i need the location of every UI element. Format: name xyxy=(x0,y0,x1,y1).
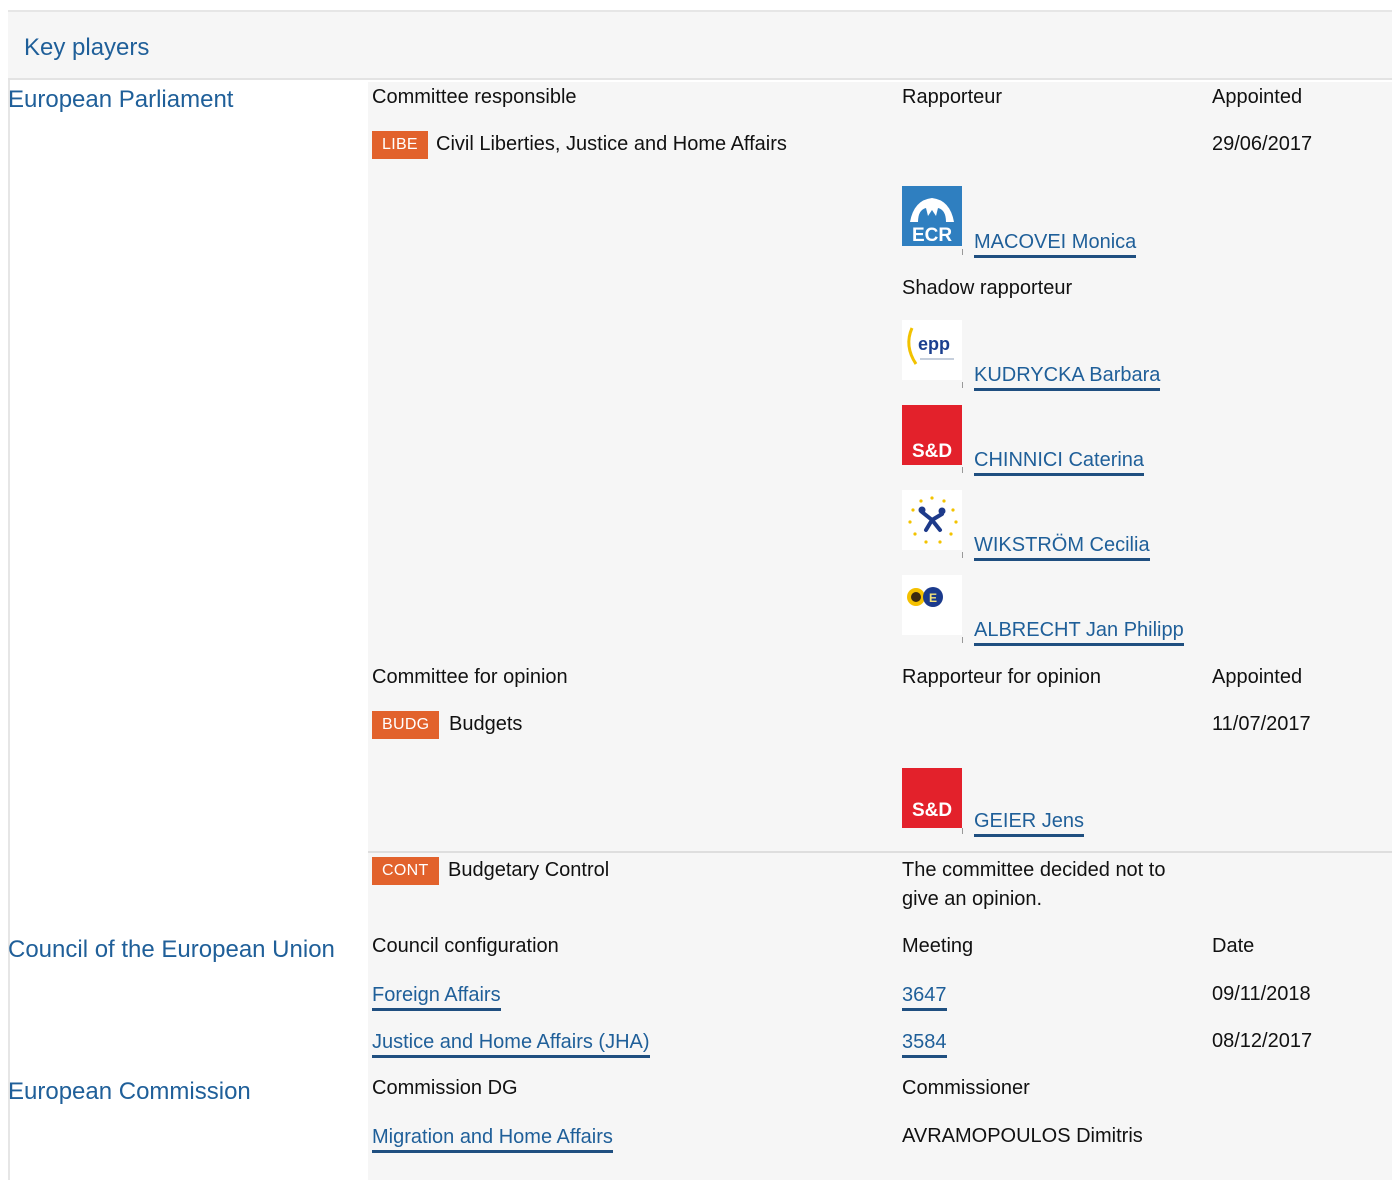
committee-badge-libe[interactable]: LIBE xyxy=(372,131,428,159)
section-label-european-parliament: European Parliament xyxy=(8,86,234,113)
section-label-commission: European Commission xyxy=(8,1078,251,1105)
page-title: Key players xyxy=(24,34,150,61)
no-opinion-note-line2: give an opinion. xyxy=(902,888,1043,910)
rapporteur-opinion-header: Rapporteur for opinion xyxy=(902,666,1102,688)
council-meeting-link-3647[interactable]: 3647 xyxy=(902,983,947,1011)
appointed-header: Appointed xyxy=(1212,86,1303,108)
svg-text:ECR: ECR xyxy=(912,225,952,246)
council-meeting-link-3584[interactable]: 3584 xyxy=(902,1030,947,1058)
committee-badge-cont[interactable]: CONT xyxy=(372,857,439,885)
commissioner-name: AVRAMOPOULOS Dimitris xyxy=(902,1125,1143,1147)
logo-link-mark xyxy=(962,828,963,834)
council-meeting-header: Meeting xyxy=(902,935,974,957)
svg-text:E: E xyxy=(929,591,937,605)
alde-logo-icon xyxy=(902,490,962,550)
council-date-2: 08/12/2017 xyxy=(1212,1030,1313,1052)
appointed-opinion-header: Appointed xyxy=(1212,666,1303,688)
council-date-header: Date xyxy=(1212,935,1255,957)
shadow-link-kudrycka[interactable]: KUDRYCKA Barbara xyxy=(974,363,1161,391)
logo-link-mark xyxy=(962,637,963,643)
council-configuration-header: Council configuration xyxy=(372,935,559,957)
greens-efa-logo-icon: E xyxy=(902,575,962,635)
appointed-date-budg: 11/07/2017 xyxy=(1212,713,1311,735)
svg-text:S&D: S&D xyxy=(912,800,952,821)
committee-badge-budg[interactable]: BUDG xyxy=(372,711,440,739)
council-config-link-foreign-affairs[interactable]: Foreign Affairs xyxy=(372,983,501,1011)
ecr-logo-icon: ECR xyxy=(902,186,962,246)
committee-responsible-header: Committee responsible xyxy=(372,86,577,108)
council-date-1: 09/11/2018 xyxy=(1212,983,1311,1005)
council-config-link-jha[interactable]: Justice and Home Affairs (JHA) xyxy=(372,1030,650,1058)
logo-link-mark xyxy=(962,552,963,558)
committee-opinion-header: Committee for opinion xyxy=(372,666,568,688)
logo-link-mark xyxy=(962,467,963,473)
logo-link-mark xyxy=(962,249,963,255)
shadow-rapporteur-label: Shadow rapporteur xyxy=(902,277,1073,299)
commission-dg-header: Commission DG xyxy=(372,1077,518,1099)
commission-dg-link[interactable]: Migration and Home Affairs xyxy=(372,1125,613,1153)
rapporteur-link-macovei[interactable]: MACOVEI Monica xyxy=(974,230,1137,258)
shadow-link-wikstrom[interactable]: WIKSTRÖM Cecilia xyxy=(974,533,1150,561)
row-divider xyxy=(368,851,1392,853)
opinion-rapporteur-link-geier[interactable]: GEIER Jens xyxy=(974,809,1085,837)
committee-name-budg: Budgets xyxy=(449,713,523,735)
logo-link-mark xyxy=(962,382,963,388)
sd-logo-icon: S&D xyxy=(902,768,962,828)
no-opinion-note-line1: The committee decided not to xyxy=(902,859,1166,881)
epp-logo-icon: epp xyxy=(902,320,962,380)
svg-text:epp: epp xyxy=(918,334,950,354)
shadow-link-albrecht[interactable]: ALBRECHT Jan Philipp xyxy=(974,618,1184,646)
shadow-link-chinnici[interactable]: CHINNICI Caterina xyxy=(974,448,1145,476)
appointed-date-libe: 29/06/2017 xyxy=(1212,133,1313,155)
committee-name-libe: Civil Liberties, Justice and Home Affair… xyxy=(436,133,787,155)
key-players-header: Key players xyxy=(8,10,1392,80)
rapporteur-header: Rapporteur xyxy=(902,86,1003,108)
details-panel xyxy=(368,82,1392,1180)
commissioner-header: Commissioner xyxy=(902,1077,1030,1099)
sd-logo-icon: S&D xyxy=(902,405,962,465)
section-label-council: Council of the European Union xyxy=(8,936,335,963)
committee-name-cont: Budgetary Control xyxy=(448,859,610,881)
svg-text:S&D: S&D xyxy=(912,441,952,462)
